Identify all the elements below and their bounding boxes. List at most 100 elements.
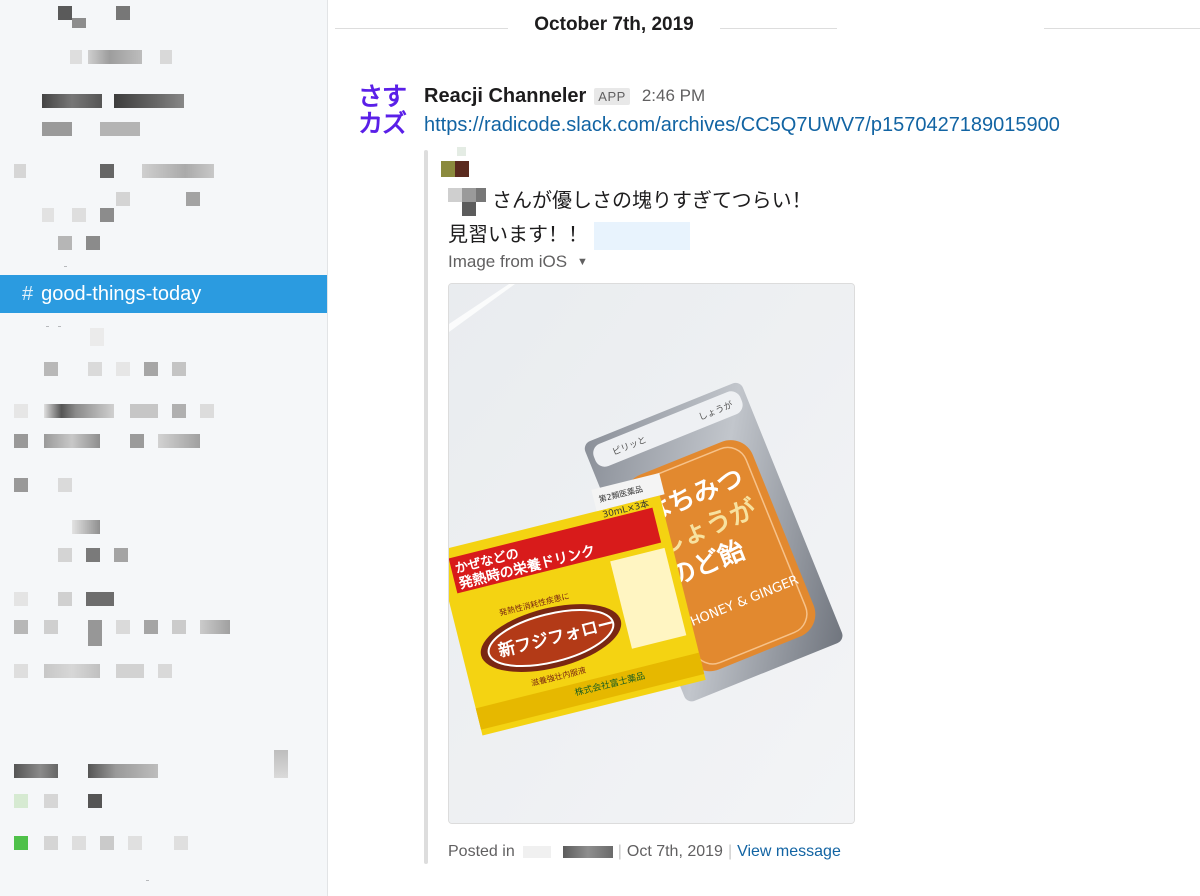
sidebar-item-good-things-today[interactable]: # good-things-today xyxy=(0,275,327,313)
redacted-sidebar-item[interactable] xyxy=(14,764,58,778)
redacted-sidebar-item[interactable] xyxy=(88,794,102,808)
redacted-sidebar-item[interactable] xyxy=(86,592,114,606)
redacted-sidebar-item[interactable] xyxy=(114,548,128,562)
caret-down-icon[interactable]: ▼ xyxy=(577,256,588,268)
redacted-sidebar-item[interactable] xyxy=(116,192,130,206)
redacted-sidebar-item[interactable] xyxy=(200,404,214,418)
redacted-sidebar-item[interactable] xyxy=(42,122,72,136)
sender-name[interactable]: Reacji Channeler xyxy=(424,85,586,108)
redacted-sidebar-item[interactable] xyxy=(58,592,72,606)
presence-dot-icon xyxy=(14,836,28,850)
redacted-sidebar-item[interactable] xyxy=(14,404,28,418)
redacted-mention[interactable] xyxy=(594,221,690,250)
redacted-sidebar-item[interactable] xyxy=(14,434,28,448)
redacted-sidebar-item[interactable] xyxy=(88,50,142,64)
redacted-sidebar-item[interactable] xyxy=(274,750,288,778)
file-title-label: Image from iOS xyxy=(448,252,568,271)
redacted-sidebar-item[interactable] xyxy=(116,620,130,634)
posted-in-label: Posted in xyxy=(448,843,515,860)
image-attachment[interactable]: ピリッと しょうが はちみつ しょうが のど飴 HONEY & GINGER 第… xyxy=(448,283,855,824)
redacted-sidebar-item[interactable] xyxy=(144,620,158,634)
footer-separator: | xyxy=(727,843,733,860)
channel-hash-icon: # xyxy=(22,282,34,305)
redacted-sidebar-item[interactable] xyxy=(42,208,54,222)
attachment-footer: Posted in | Oct 7th, 2019 | View message xyxy=(448,843,841,861)
product-photo: ピリッと しょうが はちみつ しょうが のど飴 HONEY & GINGER 第… xyxy=(449,284,854,823)
quoted-user-avatar[interactable] xyxy=(441,161,469,177)
redacted-user-mention[interactable] xyxy=(448,187,486,216)
redacted-sidebar-item[interactable] xyxy=(44,434,100,448)
redacted-sidebar-item[interactable] xyxy=(72,18,86,28)
redacted-sidebar-item[interactable] xyxy=(200,620,230,634)
redacted-sidebar-item[interactable] xyxy=(116,664,144,678)
redacted-sidebar-item[interactable] xyxy=(44,664,100,678)
redacted-sidebar-item[interactable] xyxy=(86,548,100,562)
view-message-link[interactable]: View message xyxy=(737,843,841,861)
redacted-sidebar-item[interactable] xyxy=(160,50,172,64)
redacted-sidebar-item[interactable] xyxy=(130,404,158,418)
quoted-message-text: さんが優しさの塊りすぎてつらい！ 見習います！！ xyxy=(448,184,812,252)
redacted-sidebar-item[interactable] xyxy=(44,404,114,418)
redacted-sidebar-item[interactable] xyxy=(90,328,104,346)
redacted-sidebar-item[interactable] xyxy=(72,520,100,534)
avatar-text-line1: さす xyxy=(358,83,407,111)
redacted-sidebar-item[interactable] xyxy=(174,836,188,850)
redacted-sidebar-item[interactable] xyxy=(14,478,28,492)
redacted-sidebar-item[interactable] xyxy=(128,836,142,850)
redacted-sidebar-item[interactable] xyxy=(58,478,72,492)
redacted-sidebar-item[interactable] xyxy=(100,122,140,136)
redacted-sidebar-item[interactable] xyxy=(142,164,214,178)
avatar-text-line2: カズ xyxy=(358,110,407,138)
message-link[interactable]: https://radicode.slack.com/archives/CC5Q… xyxy=(424,114,1060,137)
redacted-sidebar-item[interactable] xyxy=(144,362,158,376)
redacted-sidebar-item[interactable] xyxy=(14,164,26,178)
redacted-avatar-fragment xyxy=(457,147,466,156)
footer-separator: | xyxy=(617,843,622,860)
redacted-channel-name[interactable] xyxy=(522,844,613,860)
redacted-sidebar-item[interactable] xyxy=(172,620,186,634)
date-divider[interactable]: October 7th, 2019 xyxy=(508,14,720,36)
redacted-sidebar-item[interactable] xyxy=(14,794,28,808)
redacted-sidebar-item[interactable] xyxy=(72,836,86,850)
redacted-sidebar-item[interactable] xyxy=(58,236,72,250)
redacted-sidebar-item[interactable] xyxy=(158,664,172,678)
quoted-line-1: さんが優しさの塊りすぎてつらい！ xyxy=(492,190,812,212)
message-timestamp[interactable]: 2:46 PM xyxy=(642,86,705,106)
quoted-line-2: 見習います！！ xyxy=(448,224,588,246)
redacted-sidebar-item[interactable] xyxy=(100,836,114,850)
file-title[interactable]: Image from iOS ▼ xyxy=(448,252,588,272)
attachment-quote-bar xyxy=(424,150,428,864)
redacted-sidebar-item[interactable] xyxy=(130,434,144,448)
redacted-sidebar-item[interactable] xyxy=(100,164,114,178)
redacted-sidebar-item[interactable] xyxy=(58,548,72,562)
app-badge: APP xyxy=(594,87,630,105)
redacted-sidebar-item[interactable] xyxy=(44,362,58,376)
redacted-sidebar-item[interactable] xyxy=(114,94,184,108)
redacted-sidebar-item[interactable] xyxy=(88,620,102,646)
redacted-sidebar-item[interactable] xyxy=(44,794,58,808)
date-divider-line-right xyxy=(1044,28,1200,29)
redacted-sidebar-item[interactable] xyxy=(70,50,82,64)
redacted-sidebar-item[interactable] xyxy=(58,6,72,20)
redacted-sidebar-item[interactable] xyxy=(186,192,200,206)
redacted-sidebar-item[interactable] xyxy=(86,236,100,250)
avatar[interactable]: さす カズ xyxy=(358,84,414,138)
redacted-sidebar-item[interactable] xyxy=(158,434,200,448)
redacted-sidebar-item[interactable] xyxy=(44,620,58,634)
redacted-sidebar-item[interactable] xyxy=(14,620,28,634)
redacted-sidebar-item[interactable] xyxy=(116,362,130,376)
redacted-sidebar-item[interactable] xyxy=(100,208,114,222)
redacted-sidebar-item[interactable] xyxy=(88,362,102,376)
redacted-sidebar-item[interactable] xyxy=(14,664,28,678)
redacted-sidebar-item[interactable] xyxy=(42,94,102,108)
redacted-sidebar-item[interactable] xyxy=(172,404,186,418)
redacted-sidebar-item[interactable] xyxy=(172,362,186,376)
redacted-sidebar-item[interactable] xyxy=(72,208,86,222)
redacted-sidebar-item[interactable] xyxy=(88,764,158,778)
redacted-sidebar-item[interactable] xyxy=(116,6,130,20)
redacted-sidebar-item[interactable] xyxy=(14,592,28,606)
redacted-sidebar-item[interactable] xyxy=(44,836,58,850)
sidebar: # good-things-today xyxy=(0,0,328,896)
footer-date[interactable]: Oct 7th, 2019 xyxy=(627,843,723,861)
message-header: Reacji Channeler APP 2:46 PM xyxy=(424,82,705,110)
